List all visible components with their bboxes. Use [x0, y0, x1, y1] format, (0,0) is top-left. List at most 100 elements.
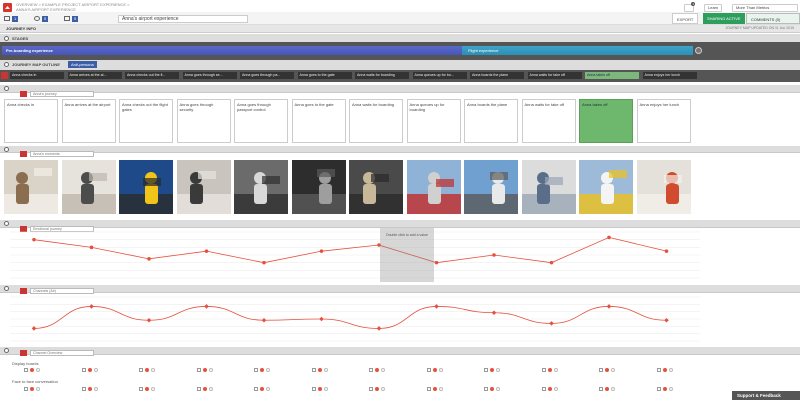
channel-marker[interactable]: [541, 368, 558, 373]
persona-button[interactable]: Anti-persona: [68, 61, 97, 68]
collapse-toggle-icon[interactable]: [4, 286, 9, 291]
data-point[interactable]: [376, 326, 382, 331]
channel-marker[interactable]: [81, 387, 98, 392]
journey-photo-waiting[interactable]: [349, 160, 403, 214]
outline-step[interactable]: Anna waits for boarding: [355, 72, 409, 79]
stage-pre-boarding[interactable]: Pre-boarding experience: [2, 46, 462, 55]
channel-marker[interactable]: [139, 368, 155, 373]
data-point[interactable]: [32, 237, 36, 242]
action-card[interactable]: Anna goes through security: [176, 99, 231, 143]
channel-marker[interactable]: [369, 387, 385, 392]
channel-marker[interactable]: [24, 387, 40, 392]
data-point[interactable]: [606, 304, 612, 309]
emotion-chart[interactable]: [0, 228, 700, 284]
outline-step[interactable]: Anna takes off: [585, 72, 639, 79]
action-card[interactable]: Anna takes off: [579, 99, 633, 143]
data-point[interactable]: [204, 249, 209, 253]
collapse-toggle-icon[interactable]: [4, 86, 9, 91]
map-title-field[interactable]: Anna's airport experience: [118, 15, 248, 23]
channel-marker[interactable]: [254, 368, 270, 373]
journey-photo-gate[interactable]: [291, 160, 346, 214]
outline-step[interactable]: Anna checks out the fl...: [125, 72, 179, 79]
outline-step[interactable]: Anna queues up for bo...: [412, 72, 467, 79]
outline-step[interactable]: Anna goes through pa...: [240, 72, 294, 79]
bell-icon[interactable]: 1: [684, 2, 695, 12]
journey-photo-flight-board[interactable]: [119, 160, 173, 214]
data-point[interactable]: [319, 316, 324, 322]
action-card[interactable]: Anna waits for boarding: [349, 99, 403, 143]
export-button[interactable]: EXPORT: [672, 13, 699, 24]
user-menu-button[interactable]: More Than Metrics: [732, 4, 798, 12]
channel-marker[interactable]: [484, 368, 500, 373]
counter-inbox[interactable]: 5: [64, 14, 79, 23]
channel-marker[interactable]: [599, 368, 615, 373]
counter-settings[interactable]: 5: [34, 14, 49, 23]
action-card[interactable]: Anna goes to the gate: [291, 99, 346, 143]
collapse-toggle-icon[interactable]: [4, 221, 9, 226]
action-card[interactable]: Anna waits for take off: [521, 99, 576, 143]
channel-marker[interactable]: [656, 387, 673, 392]
data-point[interactable]: [262, 260, 266, 265]
journey-photo-boarding[interactable]: [464, 160, 518, 214]
data-point[interactable]: [147, 257, 151, 261]
collapse-toggle-icon[interactable]: [4, 62, 9, 67]
data-point[interactable]: [146, 317, 152, 323]
channel-marker[interactable]: [599, 387, 615, 392]
action-card[interactable]: Anna enjoys her lunch: [636, 99, 691, 143]
data-point[interactable]: [491, 310, 497, 315]
outline-step[interactable]: Anna checks in: [10, 72, 64, 79]
data-point[interactable]: [607, 235, 611, 240]
images-lane-title-input[interactable]: [30, 151, 94, 157]
data-point[interactable]: [664, 249, 669, 253]
journey-photo-cabin[interactable]: [521, 160, 576, 214]
collapse-toggle-icon[interactable]: [4, 348, 9, 353]
channel-marker[interactable]: [24, 368, 40, 373]
action-card[interactable]: Anna goes through passport control: [234, 99, 288, 143]
journey-photo-queue[interactable]: [406, 160, 461, 214]
data-point[interactable]: [89, 245, 94, 250]
channel-marker[interactable]: [81, 368, 98, 373]
channel-marker[interactable]: [311, 387, 328, 392]
data-point[interactable]: [549, 260, 554, 265]
channel-marker[interactable]: [656, 368, 673, 373]
action-card[interactable]: Anna arrives at the airport: [61, 99, 116, 143]
journey-photo-passport[interactable]: [234, 160, 288, 214]
data-point[interactable]: [204, 304, 209, 309]
data-point[interactable]: [261, 317, 267, 323]
actions-lane-title-input[interactable]: [30, 91, 94, 97]
journey-info-bar[interactable]: JOURNEY INFO JOURNEY MAP UPDATED ON 11 J…: [0, 25, 800, 33]
data-point[interactable]: [31, 326, 37, 331]
action-card[interactable]: Anna checks out the flight gates: [119, 99, 173, 143]
data-point[interactable]: [664, 317, 669, 323]
journey-photo-lunch[interactable]: [636, 160, 691, 214]
persona-avatar[interactable]: [1, 72, 8, 79]
learn-button[interactable]: Learn: [704, 4, 723, 12]
support-feedback-button[interactable]: Support & Feedback: [732, 391, 800, 400]
journey-photo-security[interactable]: [176, 160, 231, 214]
outline-step[interactable]: Anna waits for take off: [527, 72, 582, 79]
channel-marker[interactable]: [196, 368, 213, 373]
comments-button[interactable]: COMMENTS (0): [746, 13, 800, 24]
action-card[interactable]: Anna queues up for boarding: [406, 99, 461, 143]
data-point[interactable]: [434, 304, 439, 309]
overview-lane-title-input[interactable]: [30, 350, 94, 356]
data-point[interactable]: [434, 260, 439, 265]
data-point[interactable]: [492, 253, 496, 257]
channel-marker[interactable]: [426, 368, 443, 373]
outline-step[interactable]: Anna goes to the gate: [297, 72, 352, 79]
data-point[interactable]: [89, 304, 94, 309]
outline-step[interactable]: Anna goes through se...: [182, 72, 237, 79]
action-card[interactable]: Anna checks in: [4, 99, 58, 143]
outline-step[interactable]: Anna enjoys her lunch: [642, 72, 697, 79]
add-stage-icon[interactable]: [695, 47, 702, 54]
counter-documents[interactable]: 1: [4, 14, 19, 23]
outline-step[interactable]: Anna arrives at the ai...: [67, 72, 122, 79]
journey-photo-airport-walk[interactable]: [61, 160, 116, 214]
action-card[interactable]: Anna boards the plane: [464, 99, 518, 143]
channel-marker[interactable]: [311, 368, 328, 373]
data-point[interactable]: [319, 249, 324, 253]
channel-marker[interactable]: [484, 387, 500, 392]
channel-marker[interactable]: [254, 387, 270, 392]
channel-marker[interactable]: [369, 368, 385, 373]
channel-chart[interactable]: [0, 293, 700, 347]
